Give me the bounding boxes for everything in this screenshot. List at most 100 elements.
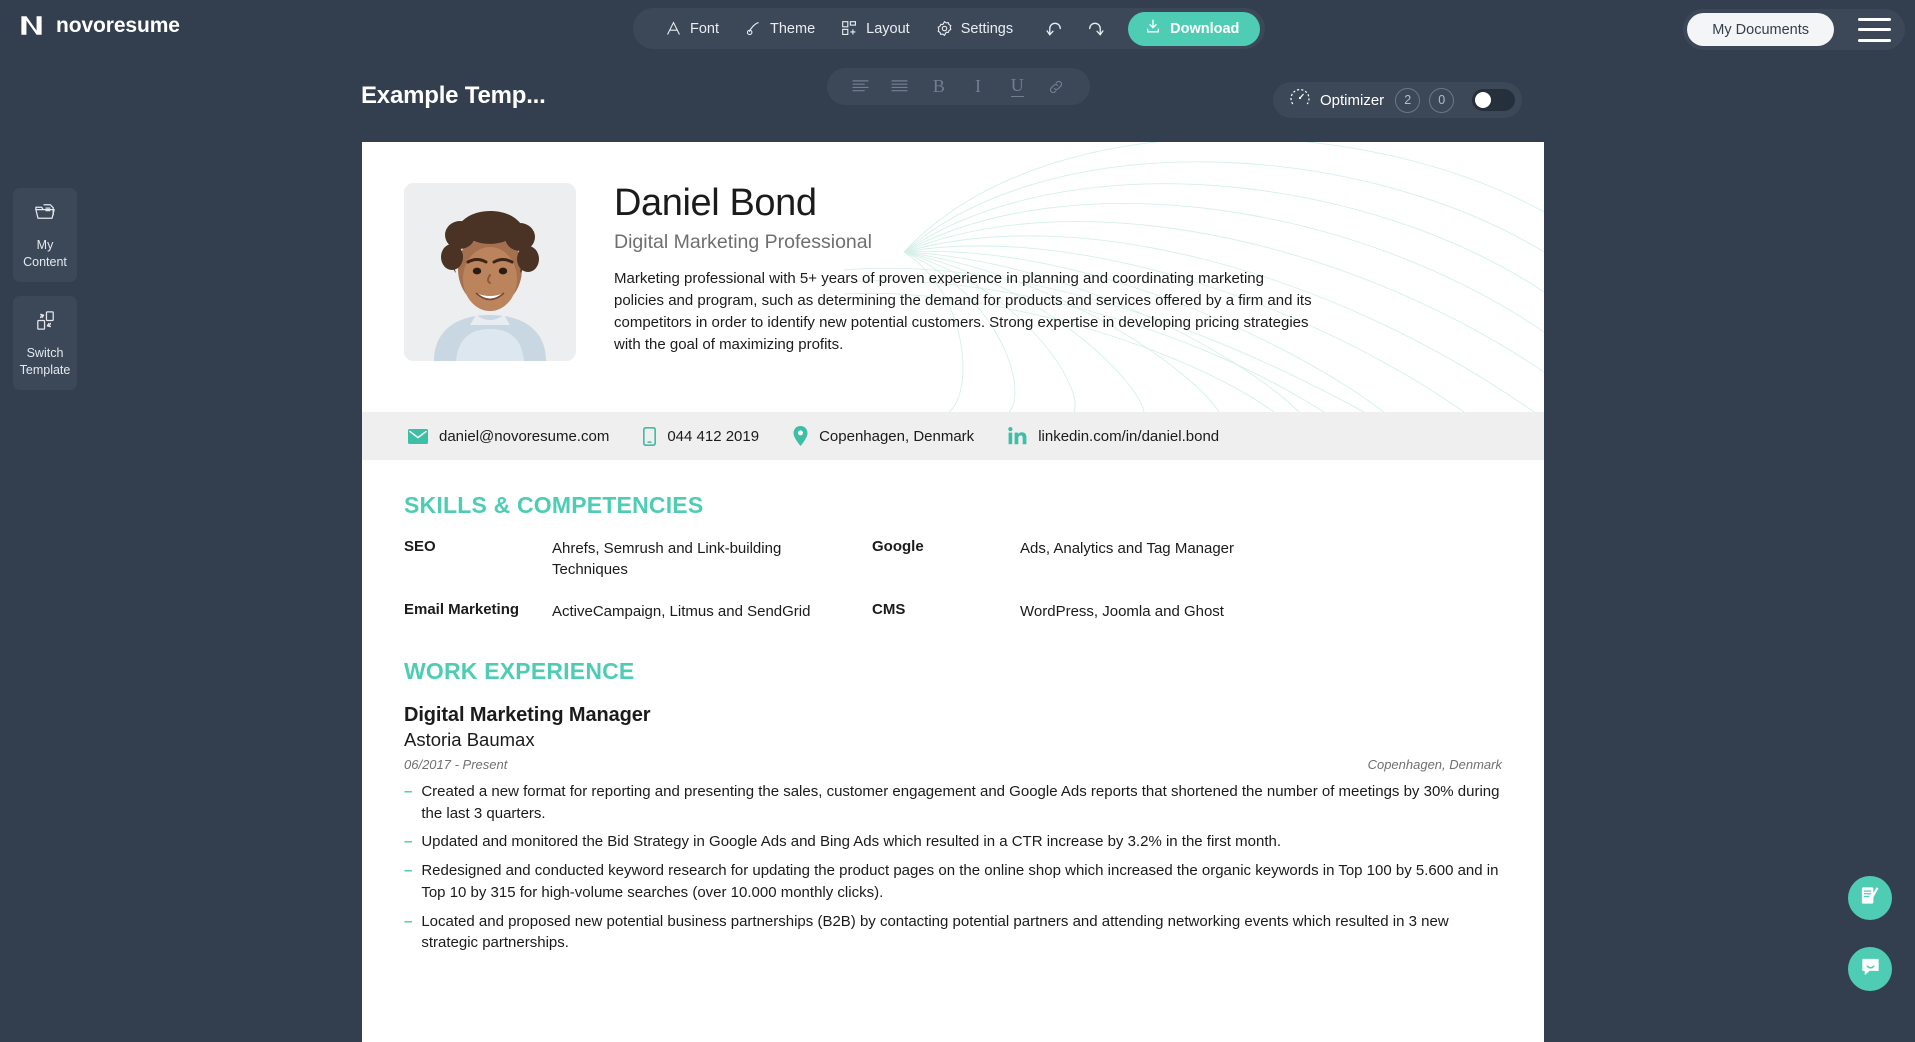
resume-body: SKILLS & COMPETENCIES SEO Ahrefs, Semrus… — [362, 460, 1544, 954]
align-justify-button[interactable] — [887, 74, 913, 100]
rail-item-switch-template-label: Switch Template — [20, 345, 71, 379]
undo-button[interactable] — [1036, 8, 1075, 49]
download-icon — [1145, 18, 1161, 39]
link-button[interactable] — [1043, 74, 1069, 100]
resume-role[interactable]: Digital Marketing Professional — [614, 231, 1314, 254]
job-bullet[interactable]: – Updated and monitored the Bid Strategy… — [404, 831, 1502, 853]
job-bullet-text: Located and proposed new potential busin… — [421, 912, 1449, 952]
rail-item-switch-template[interactable]: Switch Template — [13, 295, 77, 390]
contact-linkedin[interactable]: linkedin.com/in/daniel.bond — [1008, 427, 1219, 445]
contact-location-value: Copenhagen, Denmark — [819, 427, 975, 445]
contact-phone[interactable]: 044 412 2019 — [643, 426, 759, 446]
portrait-photo — [404, 183, 576, 361]
resume-identity: Daniel Bond Digital Marketing Profession… — [614, 182, 1314, 361]
optimizer-toggle[interactable] — [1472, 89, 1516, 111]
rail-item-my-content-label: My Content — [23, 237, 67, 271]
theme-button[interactable]: Theme — [732, 8, 828, 49]
skill-value[interactable]: ActiveCampaign, Litmus and SendGrid — [552, 601, 872, 622]
document-title[interactable]: Example Temp... — [361, 82, 546, 110]
document-edit-fab[interactable] — [1848, 876, 1892, 920]
underline-button[interactable]: U — [1004, 74, 1030, 100]
undo-icon — [1045, 20, 1066, 38]
resume-page[interactable]: Daniel Bond Digital Marketing Profession… — [362, 142, 1544, 1042]
optimizer-gauge-icon — [1289, 87, 1311, 114]
skill-key[interactable]: CMS — [872, 601, 1020, 622]
optimizer-label: Optimizer — [1320, 91, 1385, 109]
resume-name[interactable]: Daniel Bond — [614, 182, 1314, 225]
skill-key[interactable]: Google — [872, 538, 1020, 581]
optimizer-badge-primary[interactable]: 2 — [1395, 87, 1421, 113]
skill-value[interactable]: Ahrefs, Semrush and Link-building Techni… — [552, 538, 872, 581]
email-icon — [408, 428, 428, 444]
skill-key[interactable]: SEO — [404, 538, 552, 581]
layout-button[interactable]: Layout — [828, 8, 923, 49]
phone-icon — [643, 426, 657, 446]
theme-label: Theme — [770, 20, 816, 37]
contact-email[interactable]: daniel@novoresume.com — [408, 428, 609, 445]
skill-value[interactable]: WordPress, Joomla and Ghost — [1020, 601, 1502, 622]
resume-header: Daniel Bond Digital Marketing Profession… — [362, 142, 1544, 412]
optimizer-badge-secondary[interactable]: 0 — [1429, 87, 1455, 113]
skills-section-title[interactable]: SKILLS & COMPETENCIES — [404, 492, 1502, 519]
experience-section-title[interactable]: WORK EXPERIENCE — [404, 658, 1502, 685]
avatar[interactable] — [404, 183, 576, 361]
editor-toolbar: Font Theme Layout Settings Download — [633, 8, 1266, 49]
switch-template-icon — [33, 308, 58, 338]
contact-location[interactable]: Copenhagen, Denmark — [793, 426, 974, 446]
experience-entry: Digital Marketing Manager Astoria Baumax… — [404, 704, 1502, 954]
download-button[interactable]: Download — [1128, 11, 1261, 46]
resume-header-content: Daniel Bond Digital Marketing Profession… — [362, 142, 1544, 361]
folder-content-icon — [33, 200, 58, 230]
location-pin-icon — [793, 426, 808, 446]
layout-label: Layout — [866, 20, 910, 37]
document-edit-icon — [1859, 884, 1882, 912]
align-left-button[interactable] — [848, 74, 874, 100]
top-app-bar: novoresume Font Theme Layout Settings Do… — [0, 0, 1915, 68]
job-bullet[interactable]: – Created a new format for reporting and… — [404, 781, 1502, 825]
rail-label-line1: My — [36, 238, 54, 252]
underline-glyph: U — [1010, 75, 1024, 97]
job-company[interactable]: Astoria Baumax — [404, 729, 1502, 751]
hamburger-line — [1858, 17, 1891, 21]
settings-button[interactable]: Settings — [923, 8, 1026, 49]
font-button[interactable]: Font — [652, 8, 732, 49]
skills-grid: SEO Ahrefs, Semrush and Link-building Te… — [404, 538, 1502, 622]
optimizer-widget: Optimizer 2 0 — [1273, 82, 1523, 118]
job-bullet-text: Redesigned and conducted keyword researc… — [421, 862, 1499, 901]
job-location[interactable]: Copenhagen, Denmark — [1368, 757, 1502, 772]
hamburger-menu-icon[interactable] — [1858, 17, 1891, 42]
rail-item-my-content[interactable]: My Content — [13, 188, 77, 282]
italic-button[interactable]: I — [965, 74, 991, 100]
job-dates[interactable]: 06/2017 - Present — [404, 757, 507, 772]
job-meta: 06/2017 - Present Copenhagen, Denmark — [404, 757, 1502, 772]
resume-summary[interactable]: Marketing professional with 5+ years of … — [614, 268, 1314, 357]
job-bullets: – Created a new format for reporting and… — [404, 781, 1502, 954]
novoresume-logo-icon — [18, 12, 45, 39]
skill-value[interactable]: Ads, Analytics and Tag Manager — [1020, 538, 1502, 581]
text-format-toolbar: B I U — [827, 68, 1090, 105]
brand-logo[interactable]: novoresume — [18, 12, 180, 39]
redo-button[interactable] — [1075, 8, 1114, 49]
chat-fab[interactable] — [1848, 947, 1892, 991]
job-bullet-text: Created a new format for reporting and p… — [421, 782, 1500, 822]
bold-button[interactable]: B — [926, 74, 952, 100]
my-documents-button[interactable]: My Documents — [1687, 13, 1834, 46]
job-bullet[interactable]: – Located and proposed new potential bus… — [404, 911, 1502, 955]
redo-icon — [1084, 20, 1105, 38]
contact-linkedin-value: linkedin.com/in/daniel.bond — [1038, 427, 1220, 445]
account-area: My Documents — [1683, 9, 1905, 50]
font-label: Font — [690, 20, 720, 37]
gear-icon — [936, 20, 953, 37]
contact-bar: daniel@novoresume.com 044 412 2019 Copen… — [362, 412, 1544, 460]
bullet-dash-icon: – — [404, 862, 413, 880]
rail-label-line1: Switch — [26, 345, 64, 360]
theme-icon — [745, 20, 762, 37]
job-title[interactable]: Digital Marketing Manager — [404, 704, 1502, 727]
bullet-dash-icon: – — [404, 833, 413, 851]
font-icon — [665, 20, 682, 37]
skill-key[interactable]: Email Marketing — [404, 601, 552, 622]
hamburger-line — [1858, 38, 1891, 42]
layout-icon — [841, 20, 858, 37]
job-bullet[interactable]: – Redesigned and conducted keyword resea… — [404, 860, 1502, 904]
contact-email-value: daniel@novoresume.com — [439, 427, 610, 445]
